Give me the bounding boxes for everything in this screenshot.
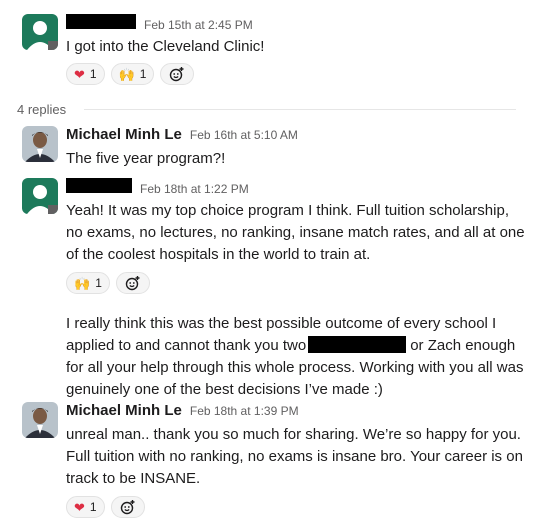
add-reaction-icon	[170, 67, 184, 82]
divider-line	[84, 108, 516, 110]
reaction-heart[interactable]: ❤ 1	[66, 496, 105, 518]
reaction-raised-hands[interactable]: 🙌 1	[110, 63, 155, 85]
reaction-count: 1	[95, 276, 102, 290]
message-text: I got into the Cleveland Clinic!	[66, 38, 265, 55]
reaction-count: 1	[139, 67, 147, 81]
message-timestamp[interactable]: Feb 18th at 1:39 PM	[190, 404, 299, 418]
redacted-author-name	[66, 14, 136, 29]
message-timestamp[interactable]: Feb 18th at 1:22 PM	[140, 182, 249, 196]
redacted-name	[308, 336, 407, 353]
heart-icon: ❤	[74, 499, 85, 515]
reaction-bar: ❤ 1 🙌 1	[66, 63, 526, 87]
raised-hands-icon: 🙌	[74, 275, 91, 291]
message-timestamp[interactable]: Feb 16th at 5:10 AM	[190, 128, 298, 142]
user-avatar[interactable]	[22, 178, 58, 214]
raised-hands-icon: 🙌	[118, 66, 135, 82]
reaction-bar: ❤ 1	[66, 496, 526, 520]
add-reaction-button[interactable]	[160, 63, 195, 85]
followup-message-text: I really think this was the best possibl…	[66, 313, 526, 401]
user-avatar[interactable]	[22, 14, 58, 50]
user-avatar[interactable]	[22, 126, 58, 162]
add-reaction-button[interactable]	[115, 272, 150, 294]
reaction-heart[interactable]: ❤ 1	[66, 63, 105, 85]
replies-count: 4 replies	[17, 101, 67, 117]
reaction-raised-hands[interactable]: 🙌 1	[66, 272, 110, 294]
author-name[interactable]: Michael Minh Le	[66, 402, 182, 419]
reaction-count: 1	[89, 67, 97, 81]
message-text: The five year program?!	[66, 150, 226, 167]
heart-icon: ❤	[74, 66, 85, 82]
add-reaction-icon	[125, 276, 140, 291]
add-reaction-button[interactable]	[110, 496, 145, 518]
add-reaction-icon	[120, 500, 135, 515]
user-avatar[interactable]	[22, 402, 58, 438]
redacted-author-name	[66, 178, 132, 193]
reaction-count: 1	[89, 500, 97, 514]
message-timestamp[interactable]: Feb 15th at 2:45 PM	[144, 18, 253, 32]
thread-replies-divider: 4 replies	[17, 98, 516, 120]
author-name[interactable]: Michael Minh Le	[66, 126, 182, 143]
message-text: Yeah! It was my top choice program I thi…	[66, 202, 525, 263]
reaction-bar: 🙌 1	[66, 272, 526, 296]
message-text: unreal man.. thank you so much for shari…	[66, 426, 523, 487]
